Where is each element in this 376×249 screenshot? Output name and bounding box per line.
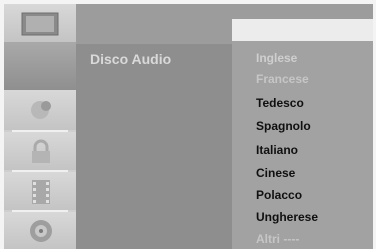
option-ungherese[interactable]: Ungherese (256, 210, 318, 224)
page-title: Disco Audio (90, 51, 172, 67)
audio-icon (31, 101, 51, 119)
option-tedesco[interactable]: Tedesco (256, 96, 304, 110)
option-italiano[interactable]: Italiano (256, 143, 298, 157)
language-select[interactable] (232, 19, 373, 41)
lock-icon (32, 139, 50, 163)
disc-icon (30, 220, 52, 242)
sidebar (4, 4, 76, 249)
sidebar-item-disc[interactable] (4, 212, 76, 249)
sidebar-item-audio[interactable] (4, 90, 76, 130)
option-inglese[interactable]: Inglese (256, 51, 297, 65)
option-cinese[interactable]: Cinese (256, 166, 295, 180)
film-icon (32, 180, 50, 204)
sidebar-item-film[interactable] (4, 172, 76, 210)
option-francese[interactable]: Francese (256, 72, 309, 86)
sidebar-item-language[interactable] (4, 42, 76, 90)
sidebar-item-lock[interactable] (4, 132, 76, 170)
option-spagnolo[interactable]: Spagnolo (256, 119, 311, 133)
setup-screen: Disco Audio Inglese Francese Tedesco Spa… (0, 0, 376, 249)
option-polacco[interactable]: Polacco (256, 188, 302, 202)
general-icon (21, 12, 59, 36)
sidebar-item-general[interactable] (4, 4, 76, 42)
option-altri[interactable]: Altri ---- (256, 232, 299, 246)
